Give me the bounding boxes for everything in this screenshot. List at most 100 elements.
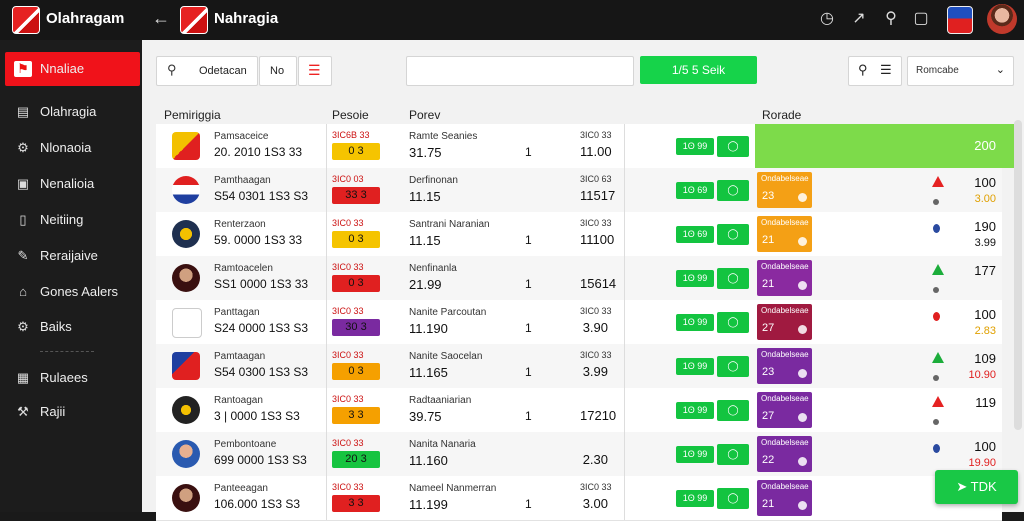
clock-icon[interactable]: ◷ xyxy=(818,10,836,28)
table-row[interactable]: Pamtaagan S54 0300 1S3 S3 3IC0 33 0 3 Nanite… xyxy=(156,344,1002,389)
shield-icon[interactable]: ◯ xyxy=(717,180,749,201)
scrollbar[interactable] xyxy=(1014,120,1022,430)
list-view-button[interactable]: ☰ xyxy=(298,56,332,86)
table-row[interactable]: Panteeagan 106.000 1S3 S3 3IC0 33 3 3 Nameel… xyxy=(156,476,1002,521)
divider xyxy=(624,256,625,300)
odd-pill[interactable]: 0 3 xyxy=(332,143,380,160)
search-label: Odetacan xyxy=(199,65,247,77)
sidebar-item-gones-aalers[interactable]: ⌂ Gones Aalers xyxy=(14,284,118,304)
sidebar-item-nnaliae[interactable]: ⚑ Nnaliae xyxy=(14,61,84,81)
odd-pill[interactable]: 0 3 xyxy=(332,363,380,380)
shield-icon[interactable]: ◯ xyxy=(717,224,749,245)
rate-value: 11100 xyxy=(580,232,615,247)
bet-button[interactable]: 1ʘ 99 xyxy=(676,314,714,331)
table-row[interactable]: Rantoagan 3 | 0000 1S3 S3 3IC0 33 3 3 Radtaa… xyxy=(156,388,1002,433)
flag-badge-icon[interactable] xyxy=(947,6,973,34)
bag-icon[interactable]: ▢ xyxy=(912,10,930,28)
odd-pill[interactable]: 20 3 xyxy=(332,451,380,468)
count-value: 1 xyxy=(525,365,532,379)
bet-button[interactable]: 1ʘ 99 xyxy=(676,446,714,463)
category-card[interactable]: Ondabelseae 23 xyxy=(757,348,812,384)
odd-pill[interactable]: 3 3 xyxy=(332,407,380,424)
marker-icon xyxy=(933,444,940,453)
rate-caption: 3IC0 33 xyxy=(580,130,612,140)
shield-icon[interactable]: ◯ xyxy=(717,400,749,421)
share-icon[interactable]: ↗ xyxy=(850,10,868,28)
shield-icon[interactable]: ◯ xyxy=(717,268,749,289)
odd-pill[interactable]: 33 3 xyxy=(332,187,380,204)
category-value: 22 xyxy=(762,454,775,466)
odd-pill[interactable]: 0 3 xyxy=(332,275,380,292)
divider xyxy=(624,168,625,212)
table-row[interactable]: Ramtoacelen SS1 0000 1S3 33 3IC0 33 0 3 Nenf… xyxy=(156,256,1002,301)
sidebar-item-neitiing[interactable]: ▯ Neitiing xyxy=(14,212,83,232)
table-row[interactable]: Pamthaagan S54 0301 1S3 S3 3IC0 03 33 3 Derf… xyxy=(156,168,1002,213)
shield-icon[interactable]: ◯ xyxy=(717,312,749,333)
bet-button[interactable]: 1ʘ 99 xyxy=(676,358,714,375)
status-dot-icon xyxy=(798,413,807,422)
view-toggle[interactable]: ⚲ ☰ xyxy=(848,56,902,86)
team-crest xyxy=(172,440,200,468)
sidebar-item-label: Gones Aalers xyxy=(40,284,119,299)
main-input[interactable] xyxy=(406,56,634,86)
table-row[interactable]: Renterzaon 59. 0000 1S3 33 3IC0 33 0 3 Santr… xyxy=(156,212,1002,257)
market-value: 11.15 xyxy=(409,189,441,204)
odd-caption: 3IC0 33 xyxy=(332,218,364,228)
column-header[interactable]: Rorade xyxy=(762,108,801,122)
odd-pill[interactable]: 3 3 xyxy=(332,495,380,512)
category-card[interactable]: Ondabelseae 27 xyxy=(757,304,812,340)
category-card[interactable]: Ondabelseae 22 xyxy=(757,436,812,472)
divider xyxy=(326,124,327,168)
sort-dropdown[interactable]: Romcabe ⌄ xyxy=(907,56,1014,86)
shield-icon[interactable]: ◯ xyxy=(717,444,749,465)
category-card[interactable]: Ondabelseae 21 xyxy=(757,216,812,252)
divider xyxy=(326,212,327,256)
fab-button[interactable]: ➤ TDK xyxy=(935,470,1018,504)
sidebar-item-nlonaoia[interactable]: ⚙ Nlonaoia xyxy=(14,140,91,160)
avatar[interactable] xyxy=(987,4,1017,34)
column-header[interactable]: Pemiriggia xyxy=(164,108,221,122)
sidebar-item-label: Nnaliae xyxy=(40,61,85,76)
column-header[interactable]: Porev xyxy=(409,108,440,122)
table-row[interactable]: Panttagan S24 0000 1S3 S3 3IC0 33 30 3 Nanit… xyxy=(156,300,1002,345)
bet-button[interactable]: 1ʘ 69 xyxy=(676,182,714,199)
team-name: Pamsaceice xyxy=(214,131,269,142)
sidebar-item-rajii[interactable]: ⚒ Rajii xyxy=(14,404,65,424)
bet-button[interactable]: 1ʘ 99 xyxy=(676,270,714,287)
bet-button[interactable]: 1ʘ 99 xyxy=(676,138,714,155)
bet-button[interactable]: 1ʘ 69 xyxy=(676,226,714,243)
category-value: 27 xyxy=(762,410,775,422)
sidebar-item-olahragia[interactable]: ▤ Olahragia xyxy=(14,104,97,124)
category-card[interactable]: Ondabelseae 21 xyxy=(757,260,812,296)
market-name: Nenfinanla xyxy=(409,263,457,274)
shield-icon[interactable]: ◯ xyxy=(717,136,749,157)
team-logo xyxy=(180,6,208,34)
bet-button[interactable]: 1ʘ 99 xyxy=(676,490,714,507)
marker-icon xyxy=(933,312,940,321)
category-card[interactable]: Ondabelseae 23 xyxy=(757,172,812,208)
search-icon[interactable]: ⚲ xyxy=(882,10,900,28)
search-box[interactable]: ⚲ Odetacan xyxy=(156,56,258,86)
sidebar-item-reraijaive[interactable]: ✎ Reraijaive xyxy=(14,248,98,268)
shield-icon[interactable]: ◯ xyxy=(717,488,749,509)
action-button[interactable]: 1/5 5 Seik xyxy=(640,56,757,84)
category-card[interactable]: Ondabelseae 21 xyxy=(757,480,812,516)
sidebar-item-rulaees[interactable]: ▦ Rulaees xyxy=(14,370,88,390)
team-stat: S24 0000 1S3 S3 xyxy=(214,321,309,335)
category-title: Ondabelseae xyxy=(761,174,809,183)
market-name: Nanite Saocelan xyxy=(409,351,483,362)
odd-pill[interactable]: 0 3 xyxy=(332,231,380,248)
sidebar-item-baiks[interactable]: ⚙ Baiks xyxy=(14,319,72,339)
sidebar-item-nenalioia[interactable]: ▣ Nenalioia xyxy=(14,176,94,196)
table-row[interactable]: Pembontoane 699 0000 1S3 S3 3IC0 33 20 3 Nan… xyxy=(156,432,1002,477)
filter-button[interactable]: No xyxy=(259,56,297,86)
marker-icon xyxy=(933,224,940,233)
back-arrow-icon[interactable]: ← xyxy=(152,9,170,27)
shield-icon[interactable]: ◯ xyxy=(717,356,749,377)
sidebar-item-label: Nlonaoia xyxy=(40,140,92,155)
column-header[interactable]: Pesoie xyxy=(332,108,369,122)
odd-pill[interactable]: 30 3 xyxy=(332,319,380,336)
bet-button[interactable]: 1ʘ 99 xyxy=(676,402,714,419)
category-card[interactable]: Ondabelseae 27 xyxy=(757,392,812,428)
team-name: Ramtoacelen xyxy=(214,263,273,274)
